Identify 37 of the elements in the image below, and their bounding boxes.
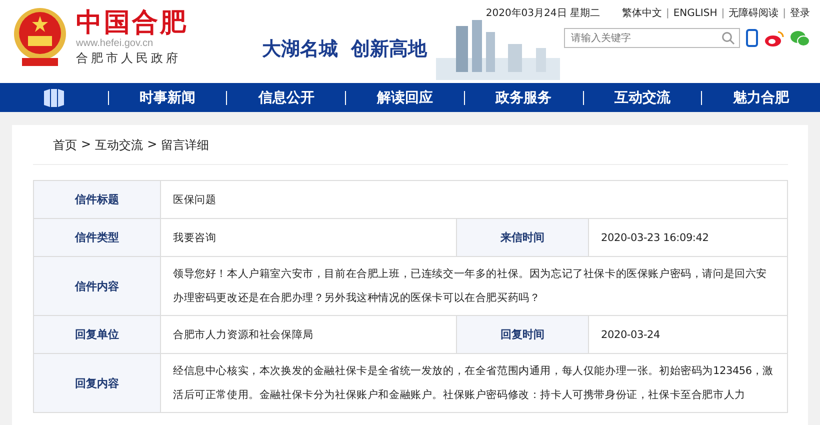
- nav-item[interactable]: 解读回应: [346, 84, 464, 110]
- nav-item[interactable]: 互动交流: [584, 84, 702, 110]
- nav-item[interactable]: 政务服务: [464, 84, 583, 110]
- row-label: 信件内容: [34, 257, 161, 316]
- row-value: 2020-03-23 16:09:42: [589, 219, 788, 257]
- slogan: 大湖名城 创新高地: [262, 37, 428, 62]
- nav-item[interactable]: 信息公开: [227, 84, 346, 110]
- header-link[interactable]: 登录: [790, 6, 810, 20]
- phone-icon[interactable]: [746, 29, 758, 47]
- date-text: 2020年03月24日 星期二: [486, 6, 600, 20]
- row-value: 2020-03-24: [589, 316, 788, 354]
- row-value: 我要咨询: [161, 219, 457, 257]
- row-label: 信件标题: [34, 181, 161, 219]
- link-separator: |: [721, 8, 725, 18]
- link-separator: |: [782, 8, 786, 18]
- row-label: 来信时间: [457, 219, 589, 257]
- breadcrumb-link[interactable]: 留言详细: [161, 137, 210, 154]
- nav-item[interactable]: 时事新闻: [108, 84, 226, 110]
- breadcrumb-link[interactable]: 首页: [53, 137, 77, 154]
- site-title: 中国合肥: [76, 8, 188, 38]
- row-value: 合肥市人力资源和社会保障局: [161, 316, 457, 354]
- row-label: 回复时间: [457, 316, 589, 354]
- breadcrumb-link[interactable]: 互动交流: [95, 137, 144, 154]
- search-icon[interactable]: [721, 31, 735, 45]
- header-link[interactable]: 繁体中文: [622, 6, 662, 20]
- breadcrumb-separator: >: [81, 137, 92, 153]
- header-link[interactable]: ENGLISH: [673, 8, 718, 18]
- site-url: www.hefei.gov.cn: [76, 38, 154, 50]
- header-link[interactable]: 无障碍阅读: [728, 6, 779, 20]
- site-subtitle: 合肥市人民政府: [76, 50, 182, 66]
- row-label: 信件类型: [34, 219, 161, 257]
- nav-item[interactable]: 魅力合肥: [702, 84, 820, 110]
- row-label: 回复单位: [34, 316, 161, 354]
- link-separator: |: [666, 8, 670, 18]
- row-value: 经信息中心核实，本次换发的金融社保卡是全省统一发放的，在全省范围内通用，每人仅能办理一张。初始密码为123456，激活后可正常使用。金融社保卡分为社保账户和金融账户。社保账户密码修改：持卡人可携带身份证，社保卡至合肥市人力: [161, 354, 788, 413]
- breadcrumb-separator: >: [147, 137, 158, 153]
- row-label: 回复内容: [34, 354, 161, 413]
